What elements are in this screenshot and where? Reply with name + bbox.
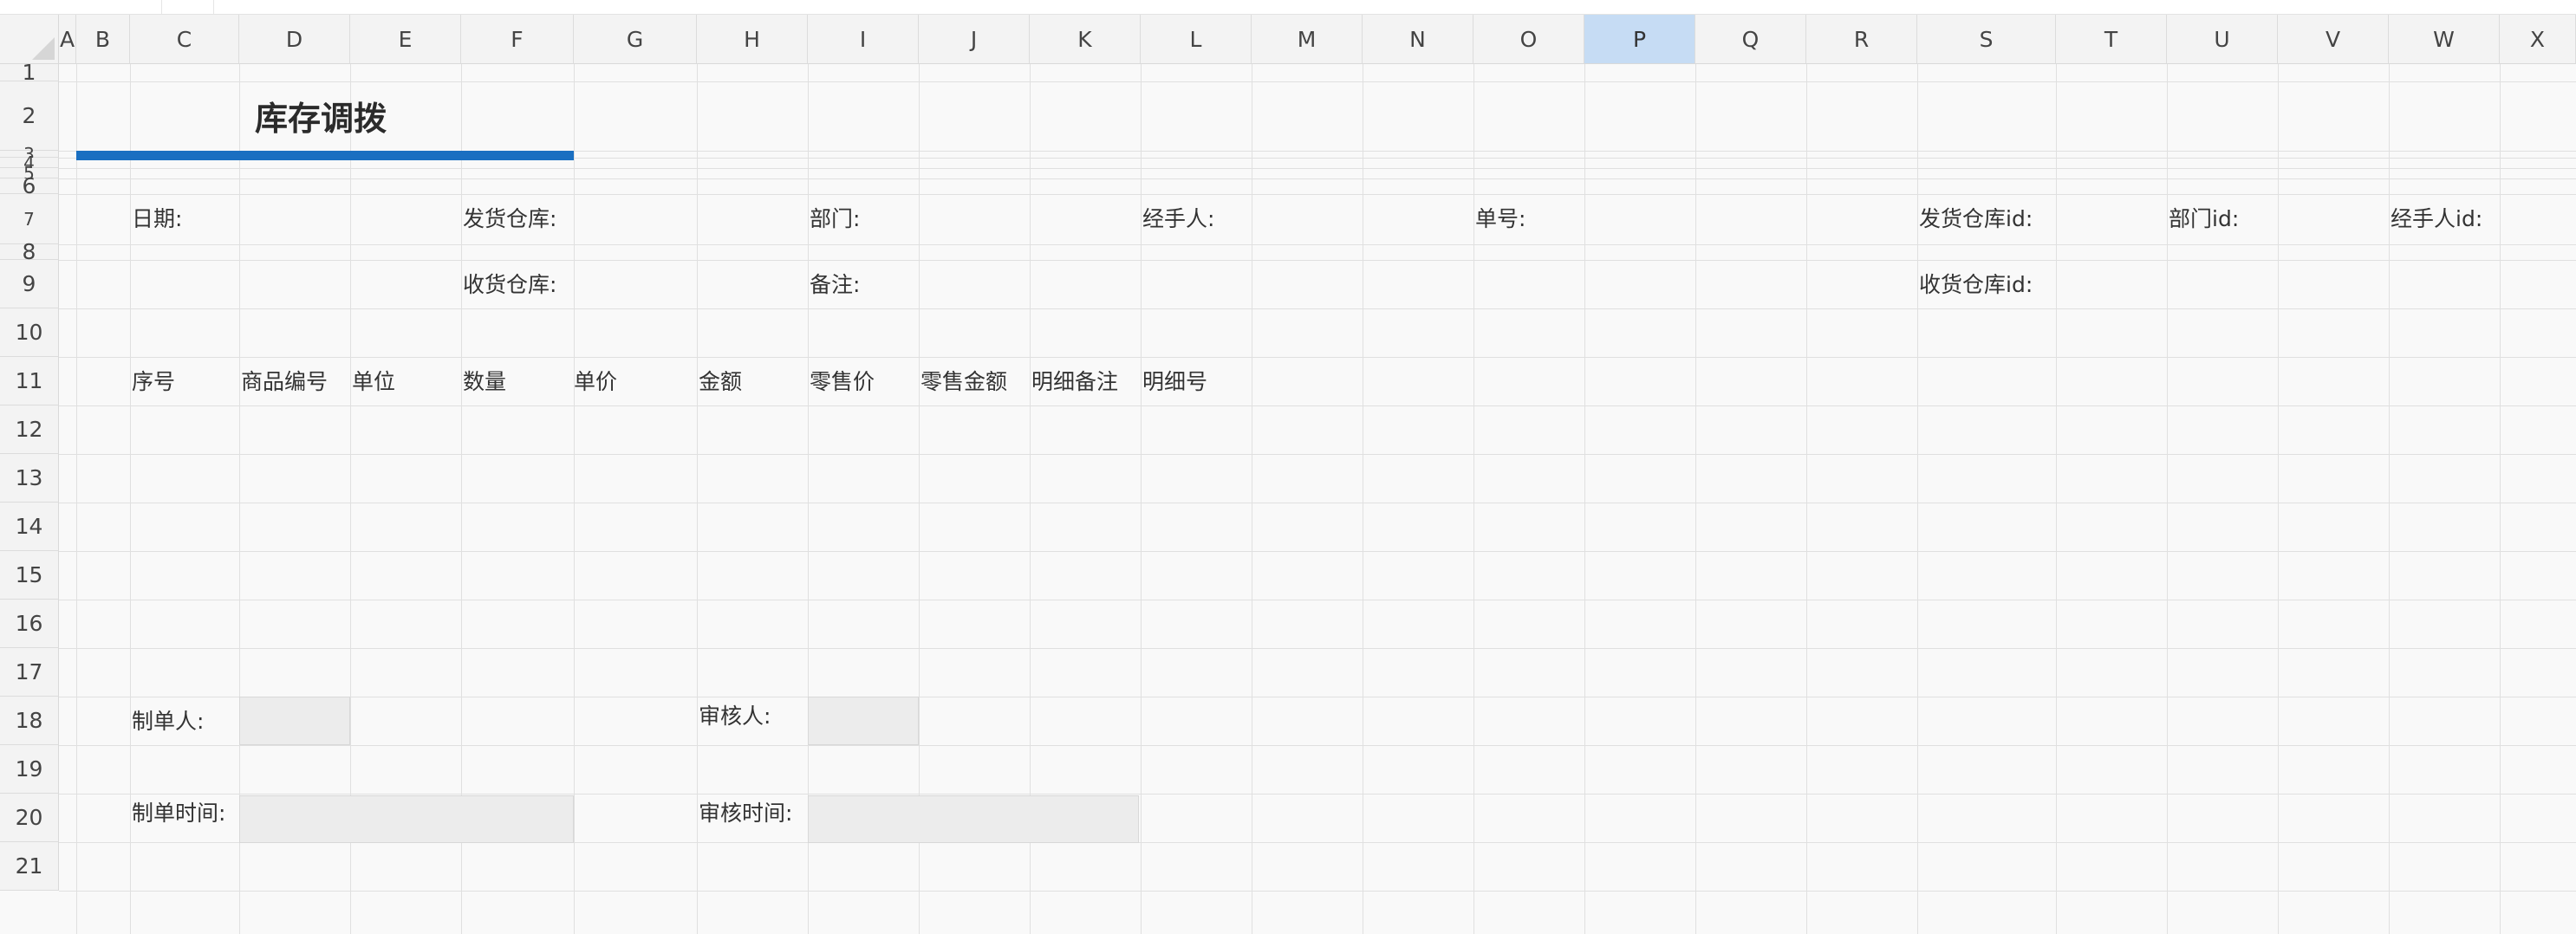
select-all-corner[interactable]	[0, 15, 59, 64]
detail-header-cell: 单价	[574, 369, 618, 394]
grid-hline	[59, 745, 2576, 746]
grid-hline	[59, 357, 2576, 358]
row-header-6[interactable]: 6	[0, 173, 59, 198]
grid-hline	[59, 454, 2576, 455]
title-accent-bar	[76, 151, 574, 160]
row-header-16[interactable]: 16	[0, 600, 59, 648]
row-header-12[interactable]: 12	[0, 405, 59, 454]
grid-hline	[59, 178, 2576, 179]
row-header-15[interactable]: 15	[0, 551, 59, 600]
detail-header-cell: 明细备注	[1031, 369, 1119, 394]
column-header-v[interactable]: V	[2278, 15, 2389, 64]
grid-hline	[59, 648, 2576, 649]
column-header-s[interactable]: S	[1917, 15, 2056, 64]
row-header-1[interactable]: 1	[0, 60, 59, 85]
column-header-n[interactable]: N	[1363, 15, 1473, 64]
row-header-17[interactable]: 17	[0, 648, 59, 697]
grid-hline	[59, 81, 2576, 82]
row-header-20[interactable]: 20	[0, 794, 59, 842]
row-header-10[interactable]: 10	[0, 308, 59, 357]
column-header-p[interactable]: P	[1584, 15, 1695, 64]
grid-hline	[59, 194, 2576, 195]
column-header-c[interactable]: C	[130, 15, 239, 64]
maker-value-cell[interactable]	[239, 697, 350, 745]
detail-header-cell: 数量	[463, 369, 507, 394]
row-header-14[interactable]: 14	[0, 503, 59, 551]
row-header-21[interactable]: 21	[0, 842, 59, 891]
order-no-label: 单号:	[1475, 206, 1526, 231]
column-header-g[interactable]: G	[574, 15, 697, 64]
grid-hline	[59, 891, 2576, 892]
handler-label: 经手人:	[1142, 206, 1215, 231]
grid-hline	[59, 551, 2576, 552]
detail-header-cell: 明细号	[1142, 369, 1208, 394]
row-header-8[interactable]: 8	[0, 239, 59, 264]
detail-header-cell: 零售金额	[920, 369, 1008, 394]
column-header-h[interactable]: H	[697, 15, 808, 64]
column-header-k[interactable]: K	[1030, 15, 1141, 64]
grid-hline	[59, 405, 2576, 406]
column-header-w[interactable]: W	[2389, 15, 2500, 64]
detail-header-cell: 单位	[352, 369, 396, 394]
row-header-9[interactable]: 9	[0, 260, 59, 308]
row-header-2[interactable]: 2	[0, 81, 59, 151]
column-header-x[interactable]: X	[2500, 15, 2576, 64]
department-label: 部门:	[810, 206, 861, 231]
column-header-m[interactable]: M	[1252, 15, 1363, 64]
row-header-11[interactable]: 11	[0, 357, 59, 405]
top-toolbar-strip	[0, 0, 2576, 15]
form-title: 库存调拨	[255, 100, 387, 138]
date-label: 日期:	[132, 206, 183, 231]
grid-hline	[59, 260, 2576, 261]
column-header-j[interactable]: J	[919, 15, 1030, 64]
receive-warehouse-label: 收货仓库:	[463, 272, 557, 297]
detail-header-cell: 零售价	[810, 369, 875, 394]
column-header-a[interactable]: A	[59, 15, 76, 64]
row-header-7[interactable]: 7	[0, 194, 59, 244]
grid-hline	[59, 244, 2576, 245]
detail-header-cell: 序号	[132, 369, 176, 394]
remark-label: 备注:	[810, 272, 861, 297]
row-header-18[interactable]: 18	[0, 697, 59, 745]
column-header-e[interactable]: E	[350, 15, 461, 64]
row-header-19[interactable]: 19	[0, 745, 59, 794]
handler-id-label: 经手人id:	[2391, 206, 2483, 231]
row-header-13[interactable]: 13	[0, 454, 59, 503]
ship-warehouse-label: 发货仓库:	[463, 206, 557, 231]
column-header-t[interactable]: T	[2056, 15, 2167, 64]
column-header-i[interactable]: I	[808, 15, 919, 64]
column-header-b[interactable]: B	[76, 15, 130, 64]
spreadsheet-app: ABCDEFGHIJKLMNOPQRSTUVWX 1 2 3 4 5 6 7 8 9 10 11 12…	[0, 0, 2576, 934]
column-header-o[interactable]: O	[1473, 15, 1584, 64]
column-header-r[interactable]: R	[1806, 15, 1917, 64]
column-header-d[interactable]: D	[239, 15, 350, 64]
column-header-f[interactable]: F	[461, 15, 574, 64]
maker-label: 制单人:	[132, 709, 205, 734]
review-time-value-cell[interactable]	[808, 795, 1139, 843]
column-header-l[interactable]: L	[1141, 15, 1252, 64]
ship-warehouse-id-label: 发货仓库id:	[1919, 206, 2033, 231]
department-id-label: 部门id:	[2169, 206, 2240, 231]
review-time-label: 审核时间:	[699, 801, 793, 826]
grid-hline	[59, 308, 2576, 309]
make-time-label: 制单时间:	[132, 801, 226, 826]
reviewer-label: 审核人:	[699, 704, 771, 729]
receive-warehouse-id-label: 收货仓库id:	[1919, 272, 2033, 297]
make-time-value-cell[interactable]	[239, 795, 574, 843]
grid-hline	[59, 794, 2576, 795]
reviewer-value-cell[interactable]	[808, 697, 919, 745]
column-header-q[interactable]: Q	[1695, 15, 1806, 64]
grid-hline	[59, 168, 2576, 169]
detail-header-cell: 商品编号	[241, 369, 329, 394]
column-header-u[interactable]: U	[2167, 15, 2278, 64]
detail-header-cell: 金额	[699, 369, 743, 394]
